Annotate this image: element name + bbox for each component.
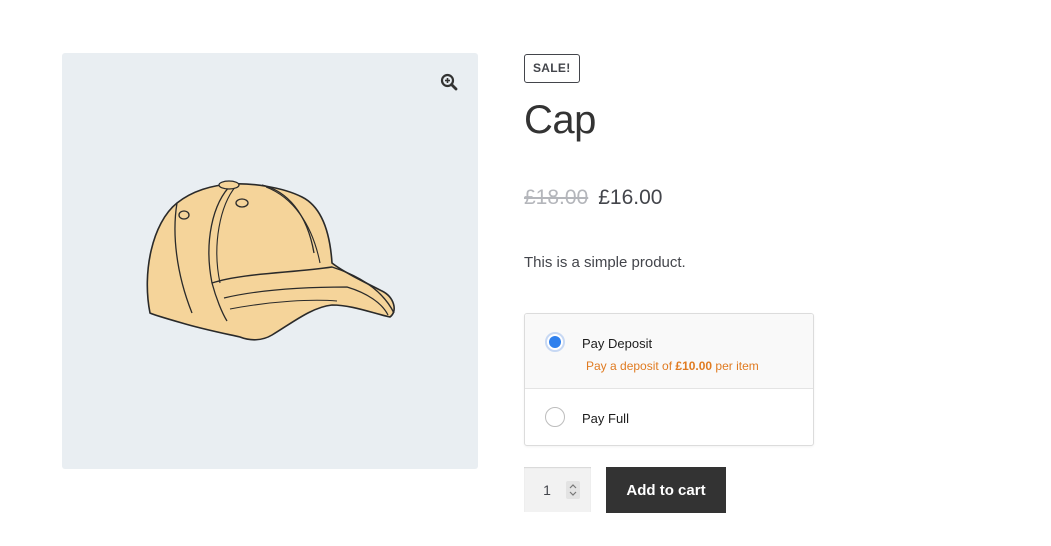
pay-deposit-option[interactable]: Pay Deposit Pay a deposit of £10.00 per … (525, 314, 813, 389)
quantity-stepper[interactable] (524, 467, 591, 512)
quantity-input[interactable] (524, 467, 570, 512)
product-title: Cap (524, 98, 596, 142)
product-price: £18.00 £16.00 (524, 186, 662, 210)
regular-price: £18.00 (524, 186, 589, 209)
pay-full-label: Pay Full (582, 411, 629, 426)
cap-product-image[interactable] (132, 163, 402, 343)
deposit-amount: £10.00 (675, 359, 713, 373)
deposit-note-suffix: per item (712, 359, 759, 373)
zoom-button[interactable] (434, 67, 464, 97)
deposit-options: Pay Deposit Pay a deposit of £10.00 per … (524, 313, 814, 446)
short-description: This is a simple product. (524, 254, 686, 271)
deposit-note: Pay a deposit of £10.00 per item (586, 359, 759, 373)
deposit-note-prefix: Pay a deposit of (586, 359, 676, 373)
sale-badge: Sale! (524, 54, 580, 83)
product-gallery (62, 53, 478, 469)
zoom-in-icon (440, 73, 458, 91)
pay-full-radio[interactable] (545, 407, 565, 427)
pay-deposit-label: Pay Deposit (582, 336, 653, 351)
sale-price: £16.00 (598, 186, 663, 209)
spinner-icon[interactable] (566, 481, 580, 499)
add-to-cart-button[interactable]: Add to cart (606, 467, 726, 513)
pay-deposit-radio[interactable] (545, 332, 565, 352)
pay-full-option[interactable]: Pay Full (525, 389, 813, 445)
